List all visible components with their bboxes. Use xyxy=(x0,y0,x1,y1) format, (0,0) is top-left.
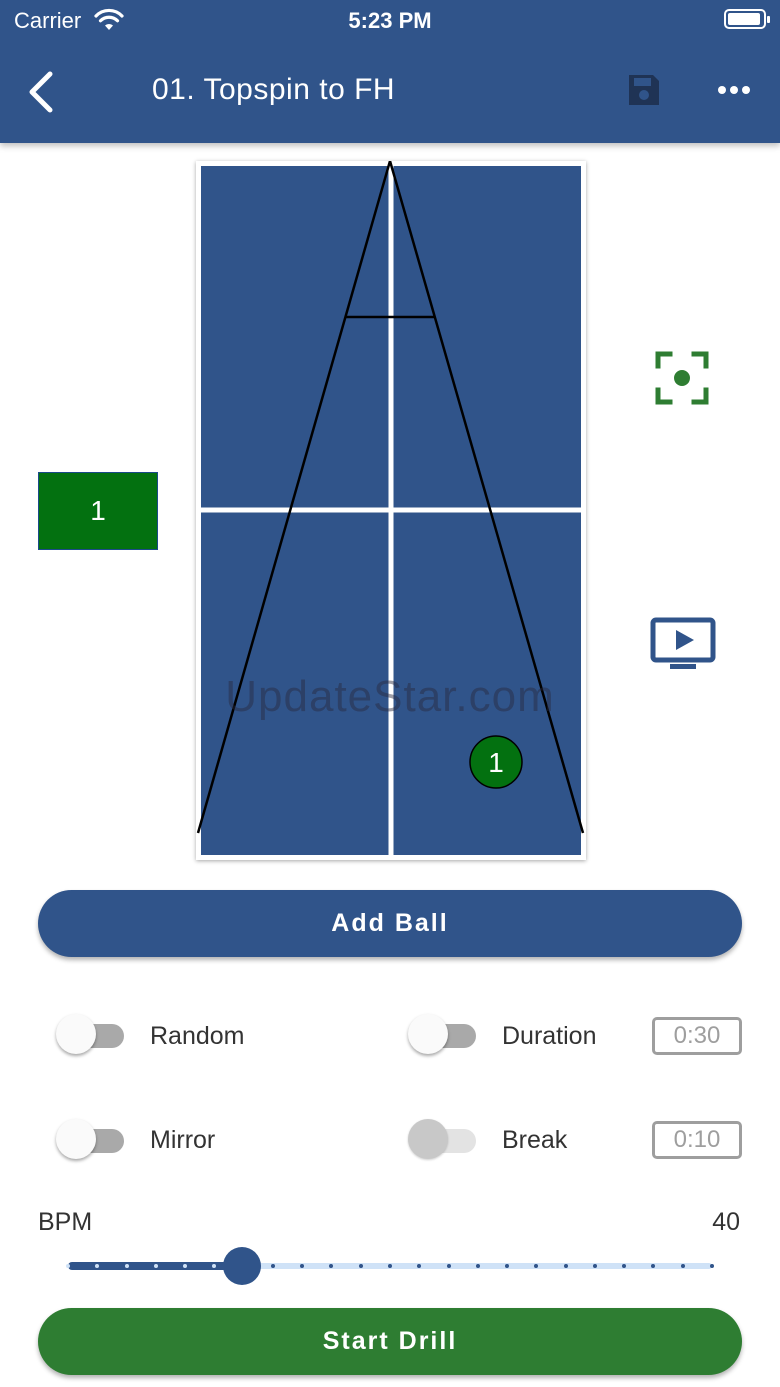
mirror-toggle[interactable] xyxy=(56,1119,126,1161)
break-toggle[interactable] xyxy=(408,1119,478,1161)
bpm-slider[interactable] xyxy=(66,1246,714,1286)
duration-label: Duration xyxy=(502,1022,597,1050)
duration-toggle[interactable] xyxy=(408,1014,478,1056)
slider-tick xyxy=(680,1264,685,1268)
slider-tick xyxy=(475,1264,480,1268)
bpm-label: BPM xyxy=(38,1208,93,1236)
mirror-label: Mirror xyxy=(150,1126,216,1154)
slider-tick xyxy=(66,1264,70,1268)
status-time: 5:23 PM xyxy=(348,8,432,33)
slider-tick xyxy=(563,1264,568,1268)
slider-tick xyxy=(592,1264,597,1268)
table-diagram[interactable]: 1 xyxy=(196,161,586,860)
duration-value-field[interactable]: 0:30 xyxy=(652,1017,742,1055)
ball-marker-label: 1 xyxy=(488,747,504,778)
add-ball-button[interactable]: Add Ball xyxy=(38,890,742,957)
status-bar: Carrier 5:23 PM xyxy=(0,0,780,40)
battery-icon xyxy=(724,9,770,29)
slider-tick xyxy=(270,1264,275,1268)
slider-tick xyxy=(388,1264,392,1268)
bpm-value: 40 xyxy=(712,1208,740,1236)
back-button[interactable] xyxy=(22,70,62,114)
play-screen-icon xyxy=(650,617,716,669)
more-button[interactable] xyxy=(714,80,754,100)
random-label: Random xyxy=(150,1022,245,1050)
break-label: Break xyxy=(502,1126,568,1154)
app-bar: Carrier 5:23 PM 01. Topspin to FH xyxy=(0,0,780,143)
start-drill-button[interactable]: Start Drill xyxy=(38,1308,742,1375)
chevron-left-icon xyxy=(29,71,53,113)
random-toggle[interactable] xyxy=(56,1014,126,1056)
ball-list-item[interactable]: 1 xyxy=(38,472,158,550)
floppy-disk-icon xyxy=(629,75,659,105)
focus-button[interactable] xyxy=(654,350,710,406)
slider-tick xyxy=(446,1264,451,1268)
watermark: UpdateStar.com xyxy=(225,672,555,721)
slider-tick xyxy=(710,1264,714,1268)
focus-target-icon xyxy=(655,351,709,405)
page-title: 01. Topspin to FH xyxy=(152,73,396,106)
slider-tick xyxy=(358,1264,363,1268)
slider-tick xyxy=(153,1264,158,1268)
break-value-field[interactable]: 0:10 xyxy=(652,1121,742,1159)
slider-tick xyxy=(124,1264,129,1268)
play-video-button[interactable] xyxy=(650,617,716,671)
slider-thumb[interactable] xyxy=(222,1247,261,1285)
save-button[interactable] xyxy=(626,72,662,108)
ellipsis-icon xyxy=(718,86,750,94)
